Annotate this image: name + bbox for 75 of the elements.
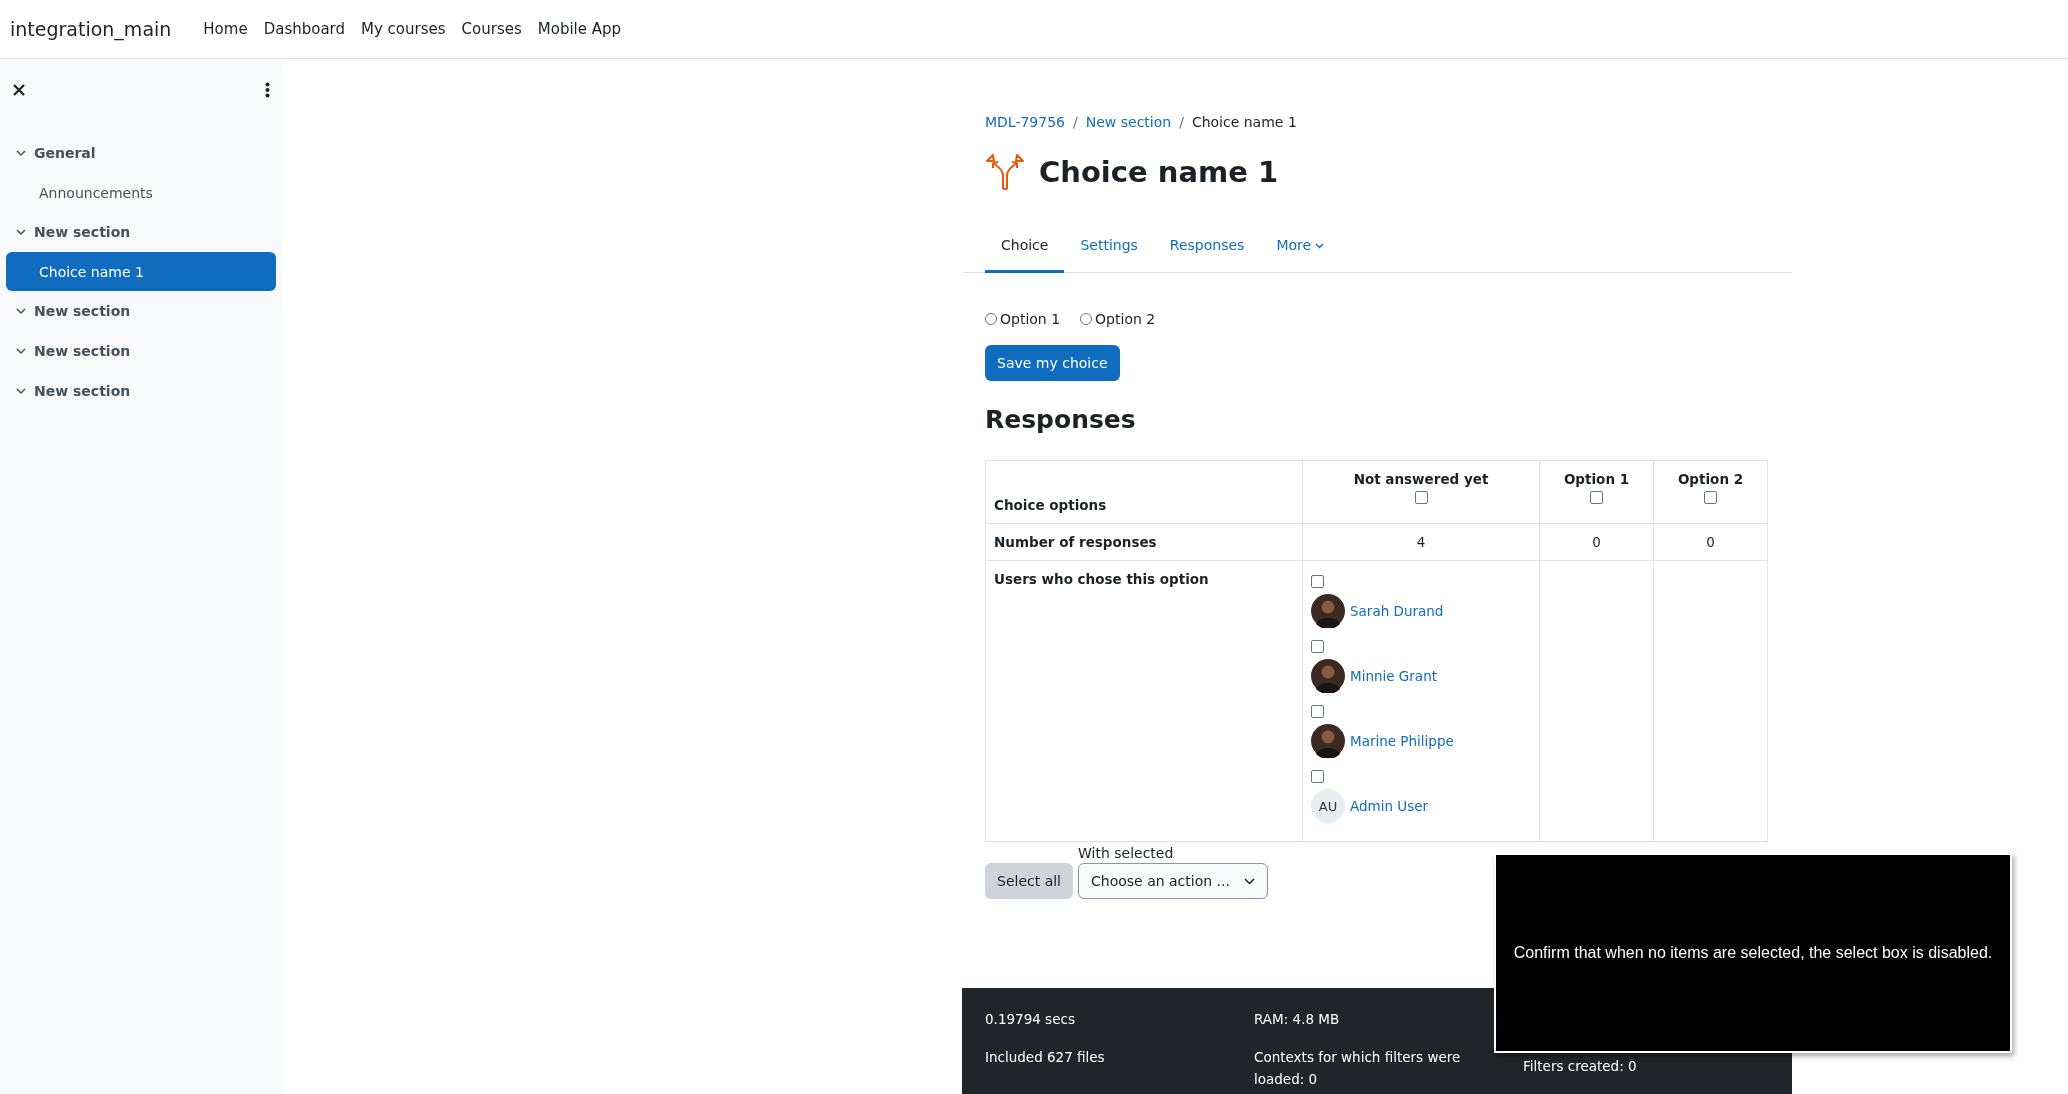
- popup-message: Confirm that when no items are selected, the select box is disabled.: [1513, 944, 1993, 962]
- chevron-down-icon: [16, 227, 26, 237]
- page-title: Choice name 1: [1039, 155, 1279, 189]
- action-select[interactable]: Choose an action ...: [1078, 863, 1268, 899]
- footer-text: Included 627 files: [985, 1048, 1106, 1067]
- table-cell: 4: [1416, 534, 1426, 550]
- checkbox[interactable]: [1311, 705, 1324, 718]
- option-label: Option 1: [1000, 311, 1061, 327]
- section-title: New section: [34, 224, 131, 240]
- section-heading[interactable]: New section: [6, 212, 276, 252]
- checkbox[interactable]: [1414, 491, 1428, 504]
- checkbox[interactable]: [1704, 491, 1717, 504]
- checkbox[interactable]: [1311, 640, 1324, 653]
- section-title: New section: [34, 343, 131, 359]
- chevron-down-icon: [1243, 877, 1255, 885]
- breadcrumb-separator: /: [1179, 114, 1184, 130]
- section-heading[interactable]: New section: [6, 331, 276, 371]
- avatar-initials: AU: [1311, 789, 1345, 823]
- row-header: Users who chose this option: [994, 571, 1209, 587]
- field-label: With selected: [1078, 845, 1175, 861]
- close-icon[interactable]: [12, 83, 26, 97]
- option-label: Option 2: [1095, 311, 1156, 327]
- nav-link[interactable]: Dashboard: [263, 20, 346, 38]
- section-heading[interactable]: General: [6, 133, 276, 173]
- checkbox[interactable]: [1311, 770, 1324, 783]
- section-heading[interactable]: New section: [6, 291, 276, 331]
- nav-link[interactable]: My courses: [361, 20, 446, 38]
- avatar-icon: [1311, 594, 1345, 628]
- breadcrumb-current: Choice name 1: [1191, 114, 1297, 130]
- more-options-icon[interactable]: [265, 82, 270, 98]
- table-cell: 0: [1706, 534, 1715, 550]
- section-title: New section: [34, 383, 131, 399]
- column-header: Not answered yet: [1352, 471, 1490, 487]
- save-button[interactable]: Save my choice: [985, 345, 1120, 381]
- column-header: Option 2: [1676, 471, 1745, 487]
- footer-text: Filters created: 0: [1523, 1057, 1638, 1076]
- user-link[interactable]: Sarah Durand: [1350, 603, 1444, 619]
- column-header: Option 1: [1562, 471, 1631, 487]
- checkbox[interactable]: [1590, 491, 1603, 504]
- sidebar-item[interactable]: Choice name 1: [6, 252, 276, 291]
- breadcrumb-link[interactable]: New section: [1085, 114, 1172, 130]
- chevron-down-icon: [16, 386, 26, 396]
- row-header: Choice options: [994, 497, 1107, 513]
- tab[interactable]: More: [1260, 220, 1341, 273]
- section-heading: Responses: [985, 405, 1137, 436]
- avatar-icon: [1311, 724, 1345, 758]
- avatar-icon: [1311, 659, 1345, 693]
- nav-link[interactable]: Mobile App: [537, 20, 622, 38]
- footer-text: 0.19794 secs: [985, 1010, 1076, 1029]
- table-cell: 0: [1592, 534, 1601, 550]
- footer-text: RAM: 4.8 MB: [1254, 1010, 1341, 1029]
- user-link[interactable]: Admin User: [1350, 798, 1429, 814]
- chevron-down-icon: [16, 306, 26, 316]
- chevron-down-icon: [16, 148, 26, 158]
- chevron-down-icon: [16, 346, 26, 356]
- section-heading[interactable]: New section: [6, 371, 276, 411]
- breadcrumb-separator: /: [1073, 114, 1078, 130]
- row-header: Number of responses: [994, 534, 1157, 550]
- user-link[interactable]: Minnie Grant: [1350, 668, 1437, 684]
- tab[interactable]: Settings: [1064, 220, 1154, 273]
- signpost-icon: [985, 151, 1025, 193]
- select-all-button[interactable]: Select all: [985, 863, 1073, 899]
- nav-link[interactable]: Courses: [461, 20, 522, 38]
- sidebar-item[interactable]: Announcements: [6, 173, 276, 212]
- footer-text: Contexts for which filters were loaded: 0: [1254, 1048, 1462, 1089]
- site-name[interactable]: integration_main: [10, 18, 172, 40]
- caret-icon: [1315, 241, 1325, 249]
- nav-link[interactable]: Home: [203, 20, 248, 38]
- user-link[interactable]: Marine Philippe: [1350, 733, 1454, 749]
- breadcrumb-link[interactable]: MDL-79756: [985, 114, 1065, 130]
- checkbox[interactable]: [1311, 575, 1324, 588]
- tab[interactable]: Responses: [1153, 220, 1261, 273]
- tab[interactable]: Choice: [985, 220, 1065, 273]
- section-title: New section: [34, 303, 131, 319]
- section-title: General: [34, 145, 96, 161]
